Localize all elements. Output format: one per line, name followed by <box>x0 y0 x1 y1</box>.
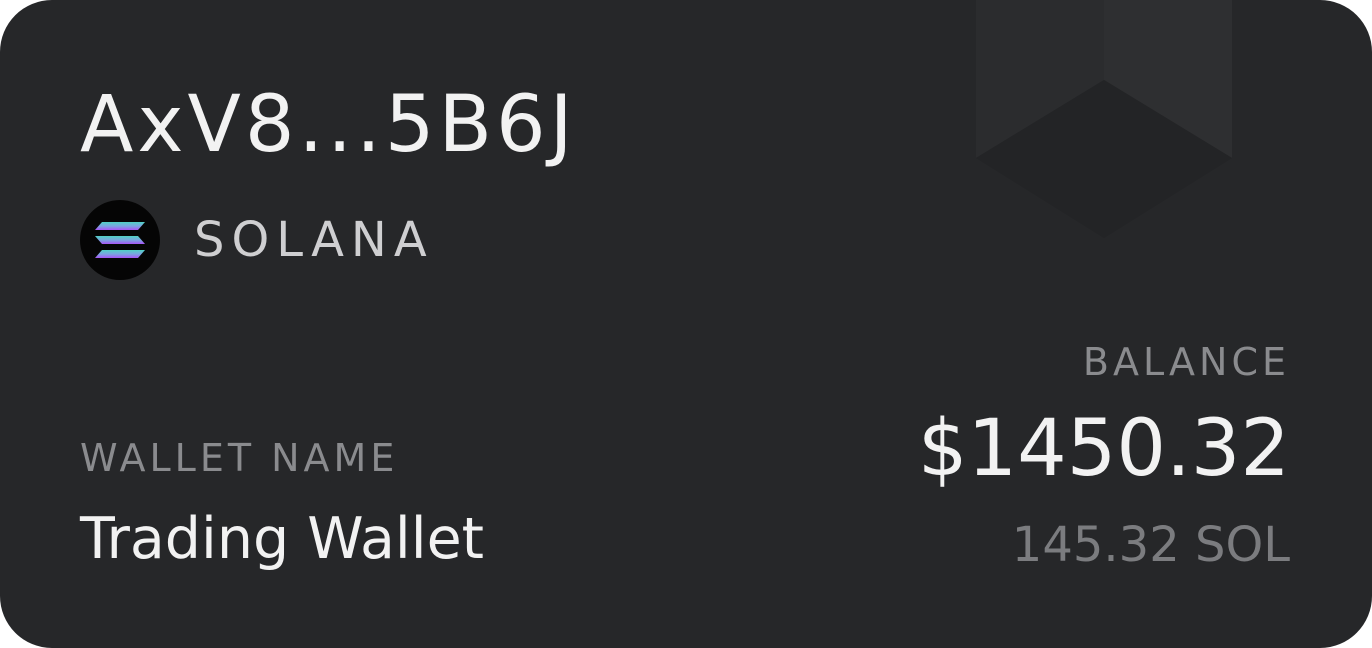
solana-logo-icon <box>80 200 160 280</box>
balance-usd-value: $1450.32 <box>917 404 1290 494</box>
cube-watermark-icon <box>976 0 1232 238</box>
balance-label: BALANCE <box>1082 340 1290 384</box>
balance-native-value: 145.32 SOL <box>1011 517 1290 573</box>
wallet-name-label: WALLET NAME <box>80 436 399 480</box>
wallet-card[interactable]: AxV8...5B6J SOLANA WALLET NAME Trading W… <box>0 0 1372 648</box>
chain-name: SOLANA <box>194 212 434 268</box>
wallet-name: Trading Wallet <box>80 506 484 572</box>
wallet-address: AxV8...5B6J <box>80 80 577 170</box>
